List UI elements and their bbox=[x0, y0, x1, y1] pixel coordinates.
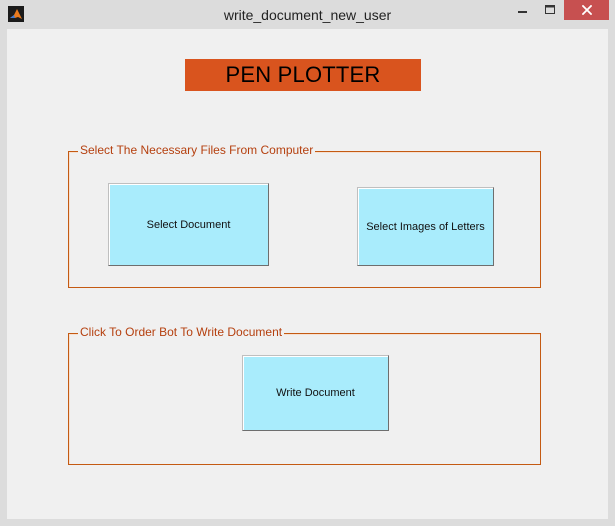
page-title: PEN PLOTTER bbox=[185, 59, 421, 91]
write-order-panel: Click To Order Bot To Write Document Wri… bbox=[68, 324, 541, 465]
figure-client-area: PEN PLOTTER Select The Necessary Files F… bbox=[7, 29, 608, 519]
select-document-button[interactable]: Select Document bbox=[108, 183, 269, 266]
minimize-button[interactable] bbox=[510, 0, 536, 20]
maximize-icon bbox=[545, 5, 555, 14]
write-document-button[interactable]: Write Document bbox=[242, 355, 389, 431]
maximize-button[interactable] bbox=[537, 0, 563, 20]
app-window: write_document_new_user PEN PLOTTER Sele… bbox=[0, 0, 615, 526]
close-icon bbox=[581, 5, 592, 15]
select-files-panel: Select The Necessary Files From Computer… bbox=[68, 142, 541, 288]
write-order-panel-legend: Click To Order Bot To Write Document bbox=[78, 324, 285, 341]
close-button[interactable] bbox=[564, 0, 609, 20]
title-bar[interactable]: write_document_new_user bbox=[0, 0, 615, 29]
select-files-panel-legend: Select The Necessary Files From Computer bbox=[78, 142, 316, 159]
minimize-icon bbox=[518, 11, 527, 13]
select-images-of-letters-button[interactable]: Select Images of Letters bbox=[357, 187, 494, 266]
